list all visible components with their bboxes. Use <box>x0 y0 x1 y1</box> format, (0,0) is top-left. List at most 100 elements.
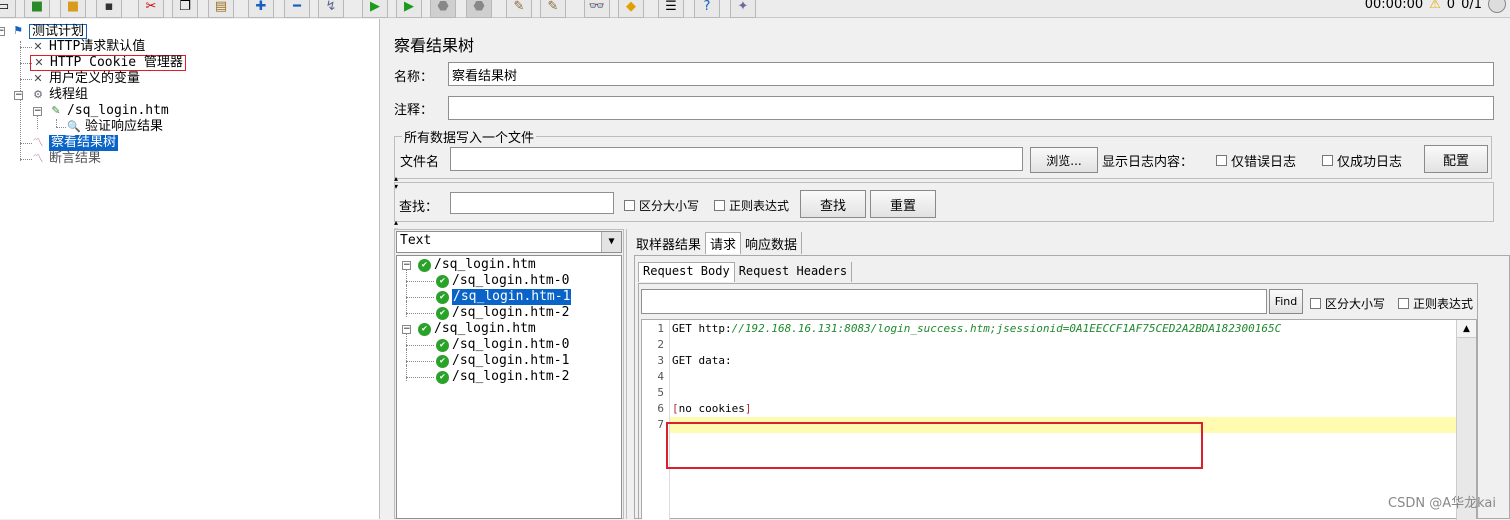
tree-item-user-variables[interactable]: ✕ 用户定义的变量 <box>30 71 140 87</box>
comment-field[interactable] <box>448 96 1494 120</box>
search-icon[interactable]: 👓 <box>584 0 610 18</box>
tree-item-assertion[interactable]: 🔍 验证响应结果 <box>66 119 163 135</box>
result-item[interactable]: ✔/sq_login.htm-2 <box>436 369 569 385</box>
log-label: 显示日志内容： <box>1102 151 1193 170</box>
stop-icon[interactable]: ⬣ <box>430 0 456 18</box>
line-number: 7 <box>646 418 664 431</box>
magnifier-icon: 🔍 <box>66 120 82 134</box>
clear-icon[interactable]: ✎ <box>506 0 532 18</box>
toggle-icon[interactable]: ↯ <box>318 0 344 18</box>
check-shield-icon: ✔ <box>436 339 449 352</box>
warning-icon: ⚠ <box>1429 0 1441 12</box>
result-item[interactable]: ✔/sq_login.htm-2 <box>436 305 569 321</box>
renderer-select[interactable]: Text ▼ <box>396 231 622 253</box>
checkbox[interactable] <box>1398 298 1409 309</box>
checkbox[interactable] <box>714 200 725 211</box>
result-item[interactable]: ✔/sq_login.htm-1 <box>436 353 569 369</box>
config-icon: ✕ <box>30 40 46 54</box>
remote-icon[interactable]: ✦ <box>730 0 756 18</box>
check-shield-icon: ✔ <box>436 307 449 320</box>
copy-icon[interactable]: ❐ <box>172 0 198 18</box>
reset-button[interactable]: 重置 <box>870 190 936 218</box>
reset-search-icon[interactable]: ◆ <box>618 0 644 18</box>
watermark: CSDN @A华龙kai <box>1388 492 1496 511</box>
start-icon[interactable]: ▶ <box>362 0 388 18</box>
collapse-icon[interactable]: ━ <box>284 0 310 18</box>
help-icon[interactable]: ? <box>694 0 720 18</box>
save-icon[interactable]: ▪ <box>96 0 122 18</box>
tab-request-body[interactable]: Request Body <box>638 262 735 282</box>
result-item[interactable]: ✔/sq_login.htm <box>418 321 536 337</box>
check-shield-icon: ✔ <box>418 323 431 336</box>
find-text-button[interactable]: Find <box>1269 289 1303 314</box>
start-no-pause-icon[interactable]: ▶ <box>396 0 422 18</box>
tab-response-data[interactable]: 响应数据 <box>741 232 802 254</box>
status-bar: 00:00:00 ⚠ 0 0/1 <box>1365 0 1510 14</box>
tree-item-assertion-results[interactable]: 〽 断言结果 <box>30 151 101 167</box>
line-number: 4 <box>646 370 664 383</box>
result-item[interactable]: ✔/sq_login.htm <box>418 257 536 273</box>
code-line: [[no cookies]no cookies] <box>672 402 751 415</box>
toolbar: ▭ ■ ■ ▪ ✂ ❐ ▤ ✚ ━ ↯ ▶ ▶ ⬣ ⬣ ✎ ✎ 👓 ◆ ☰ ? … <box>0 0 1510 18</box>
tree-item-http-defaults[interactable]: ✕ HTTP请求默认值 <box>30 39 145 55</box>
sampler-icon: ✎ <box>48 104 64 118</box>
function-helper-icon[interactable]: ☰ <box>658 0 684 18</box>
checkbox[interactable] <box>1310 298 1321 309</box>
new-icon[interactable]: ▭ <box>0 0 16 18</box>
regex-checkbox[interactable]: 正则表达式 <box>714 197 789 214</box>
checkbox[interactable] <box>624 200 635 211</box>
result-item[interactable]: ✔/sq_login.htm-0 <box>436 337 569 353</box>
collapse-toggle[interactable]: − <box>0 27 5 36</box>
shutdown-icon[interactable]: ⬣ <box>466 0 492 18</box>
detail-case-checkbox[interactable]: 区分大小写 <box>1310 295 1385 312</box>
tree-item-view-results[interactable]: 〽 察看结果树 <box>30 135 118 151</box>
request-body-editor[interactable]: 1 GET http://192.168.16.131:8083/login_su… <box>641 319 1477 519</box>
search-input[interactable] <box>450 192 614 214</box>
result-item[interactable]: ✔/sq_login.htm-1 <box>436 289 571 305</box>
code-line: GET data: <box>672 354 732 367</box>
name-field[interactable]: 察看结果树 <box>448 62 1494 86</box>
find-button[interactable]: 查找 <box>800 190 866 218</box>
open-icon[interactable]: ■ <box>60 0 86 18</box>
config-button[interactable]: 配置 <box>1424 145 1488 173</box>
line-number: 1 <box>646 322 664 335</box>
cut-icon[interactable]: ✂ <box>138 0 164 18</box>
tab-request-headers[interactable]: Request Headers <box>735 262 852 282</box>
find-input[interactable] <box>641 289 1267 314</box>
page-title: 察看结果树 <box>394 32 474 56</box>
tree-item-cookie-manager[interactable]: ✕ HTTP Cookie 管理器 <box>30 55 186 71</box>
annotation-box <box>666 422 1203 469</box>
tree-item-sampler[interactable]: ✎ /sq_login.htm <box>48 103 169 119</box>
templates-icon[interactable]: ■ <box>24 0 50 18</box>
paste-icon[interactable]: ▤ <box>208 0 234 18</box>
code-line: GET http://192.168.16.131:8083/login_suc… <box>672 322 1281 335</box>
config-icon: ✕ <box>30 72 46 86</box>
file-name-field[interactable] <box>450 147 1023 171</box>
error-count: 0 <box>1447 0 1455 12</box>
chevron-down-icon[interactable]: ▼ <box>601 232 621 252</box>
checkbox[interactable] <box>1322 155 1333 166</box>
thread-group-toggle[interactable]: − <box>14 91 23 100</box>
line-number: 5 <box>646 386 664 399</box>
expand-icon[interactable]: ✚ <box>248 0 274 18</box>
sampler-toggle[interactable]: − <box>33 107 42 116</box>
scroll-up-icon[interactable]: ▲ <box>1457 320 1476 338</box>
vertical-scrollbar[interactable]: ▲ <box>1456 320 1476 520</box>
tab-request[interactable]: 请求 <box>705 232 741 254</box>
success-only-checkbox[interactable]: 仅成功日志 <box>1322 151 1402 170</box>
detail-tabs: 取样器结果 请求 响应数据 <box>632 232 802 254</box>
tab-sampler-result[interactable]: 取样器结果 <box>632 232 705 254</box>
browse-button[interactable]: 浏览... <box>1030 147 1098 173</box>
thread-group-icon: ⚙ <box>30 88 46 102</box>
search-label: 查找： <box>399 196 438 215</box>
check-shield-icon: ✔ <box>436 371 449 384</box>
check-shield-icon: ✔ <box>436 291 449 304</box>
errors-only-checkbox[interactable]: 仅错误日志 <box>1216 151 1296 170</box>
tree-item-test-plan[interactable]: ⚑ 测试计划 <box>10 23 87 39</box>
tree-item-thread-group[interactable]: ⚙ 线程组 <box>30 87 88 103</box>
detail-regex-checkbox[interactable]: 正则表达式 <box>1398 295 1473 312</box>
checkbox[interactable] <box>1216 155 1227 166</box>
result-item[interactable]: ✔/sq_login.htm-0 <box>436 273 569 289</box>
case-sensitive-checkbox[interactable]: 区分大小写 <box>624 197 699 214</box>
clear-all-icon[interactable]: ✎ <box>540 0 566 18</box>
